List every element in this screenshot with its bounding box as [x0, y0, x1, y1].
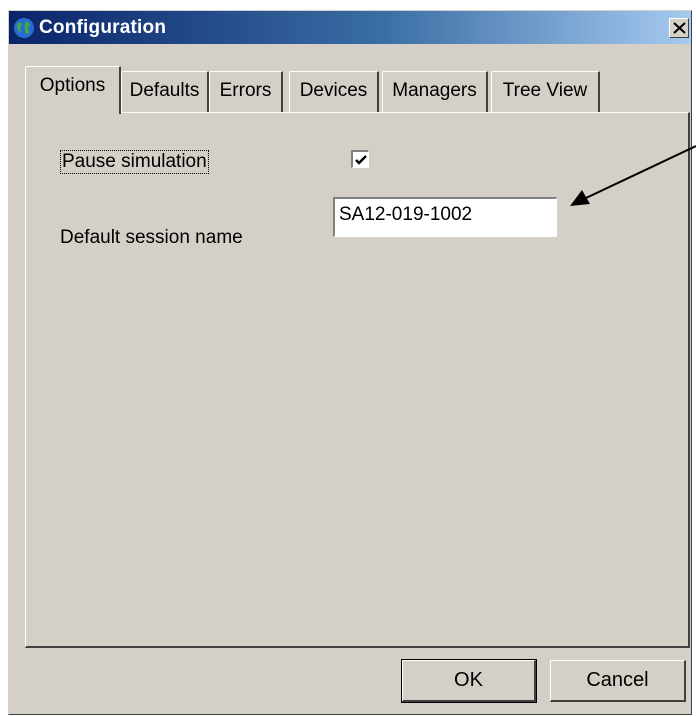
tab-managers[interactable]: Managers — [382, 71, 488, 113]
close-button[interactable] — [669, 18, 689, 38]
tab-tree-view[interactable]: Tree View — [491, 71, 600, 113]
tab-defaults[interactable]: Defaults — [121, 71, 209, 113]
globe-icon — [13, 17, 35, 39]
tab-options[interactable]: Options — [25, 66, 121, 114]
configuration-dialog: Configuration Options Defaults Errors De… — [8, 10, 692, 715]
checkmark-icon — [355, 155, 367, 165]
tab-devices[interactable]: Devices — [289, 71, 379, 113]
title-bar[interactable]: Configuration — [9, 11, 691, 44]
default-session-name-input[interactable]: SA12-019-1002 — [333, 197, 557, 237]
close-icon — [673, 22, 686, 34]
cancel-button[interactable]: Cancel — [550, 660, 686, 702]
options-panel: Pause simulation Default session name SA… — [25, 112, 690, 648]
pause-simulation-label[interactable]: Pause simulation — [60, 150, 209, 174]
window-title: Configuration — [39, 17, 167, 38]
default-session-name-label: Default session name — [60, 227, 243, 248]
pause-simulation-checkbox[interactable] — [351, 150, 369, 168]
tab-errors[interactable]: Errors — [209, 71, 283, 113]
ok-button[interactable]: OK — [401, 659, 537, 703]
